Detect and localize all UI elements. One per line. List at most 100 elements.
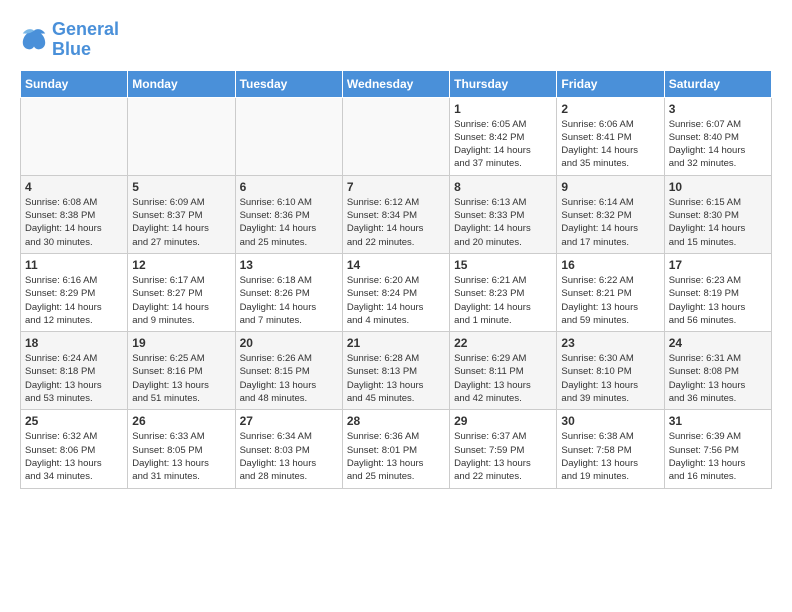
- calendar-table: SundayMondayTuesdayWednesdayThursdayFrid…: [20, 70, 772, 489]
- day-number: 27: [240, 414, 338, 428]
- day-info: Sunrise: 6:33 AM Sunset: 8:05 PM Dayligh…: [132, 430, 230, 483]
- day-info: Sunrise: 6:16 AM Sunset: 8:29 PM Dayligh…: [25, 274, 123, 327]
- calendar-cell: 8 Sunrise: 6:13 AM Sunset: 8:33 PM Daylig…: [450, 175, 557, 253]
- day-number: 30: [561, 414, 659, 428]
- day-info: Sunrise: 6:17 AM Sunset: 8:27 PM Dayligh…: [132, 274, 230, 327]
- day-info: Sunrise: 6:38 AM Sunset: 7:58 PM Dayligh…: [561, 430, 659, 483]
- calendar-cell: 22 Sunrise: 6:29 AM Sunset: 8:11 PM Dayli…: [450, 332, 557, 410]
- day-info: Sunrise: 6:20 AM Sunset: 8:24 PM Dayligh…: [347, 274, 445, 327]
- day-number: 18: [25, 336, 123, 350]
- day-info: Sunrise: 6:36 AM Sunset: 8:01 PM Dayligh…: [347, 430, 445, 483]
- calendar-cell: 27 Sunrise: 6:34 AM Sunset: 8:03 PM Dayli…: [235, 410, 342, 488]
- day-number: 9: [561, 180, 659, 194]
- calendar-cell: 26 Sunrise: 6:33 AM Sunset: 8:05 PM Dayli…: [128, 410, 235, 488]
- day-info: Sunrise: 6:12 AM Sunset: 8:34 PM Dayligh…: [347, 196, 445, 249]
- calendar-cell: 15Sunrise: 6:21 AM Sunset: 8:23 PM Dayli…: [450, 253, 557, 331]
- day-number: 26: [132, 414, 230, 428]
- day-info: Sunrise: 6:30 AM Sunset: 8:10 PM Dayligh…: [561, 352, 659, 405]
- calendar-week-row: 18 Sunrise: 6:24 AM Sunset: 8:18 PM Dayli…: [21, 332, 772, 410]
- day-number: 12: [132, 258, 230, 272]
- day-number: 5: [132, 180, 230, 194]
- calendar-cell: 30 Sunrise: 6:38 AM Sunset: 7:58 PM Dayli…: [557, 410, 664, 488]
- day-number: 8: [454, 180, 552, 194]
- calendar-cell: 7 Sunrise: 6:12 AM Sunset: 8:34 PM Daylig…: [342, 175, 449, 253]
- day-info: Sunrise: 6:05 AM Sunset: 8:42 PM Dayligh…: [454, 118, 552, 171]
- calendar-cell: 9 Sunrise: 6:14 AM Sunset: 8:32 PM Daylig…: [557, 175, 664, 253]
- day-number: 4: [25, 180, 123, 194]
- day-info: Sunrise: 6:23 AM Sunset: 8:19 PM Dayligh…: [669, 274, 767, 327]
- day-number: 13: [240, 258, 338, 272]
- day-of-week-header: Monday: [128, 70, 235, 97]
- day-number: 16: [561, 258, 659, 272]
- calendar-cell: [21, 97, 128, 175]
- day-number: 3: [669, 102, 767, 116]
- logo: General Blue: [20, 20, 119, 60]
- day-number: 23: [561, 336, 659, 350]
- calendar-cell: [128, 97, 235, 175]
- calendar-cell: 5 Sunrise: 6:09 AM Sunset: 8:37 PM Daylig…: [128, 175, 235, 253]
- calendar-cell: 10 Sunrise: 6:15 AM Sunset: 8:30 PM Dayli…: [664, 175, 771, 253]
- day-info: Sunrise: 6:14 AM Sunset: 8:32 PM Dayligh…: [561, 196, 659, 249]
- day-info: Sunrise: 6:25 AM Sunset: 8:16 PM Dayligh…: [132, 352, 230, 405]
- calendar-cell: 28 Sunrise: 6:36 AM Sunset: 8:01 PM Dayli…: [342, 410, 449, 488]
- logo-icon: [20, 26, 48, 54]
- day-number: 21: [347, 336, 445, 350]
- calendar-cell: [235, 97, 342, 175]
- calendar-cell: 2Sunrise: 6:06 AM Sunset: 8:41 PM Daylig…: [557, 97, 664, 175]
- day-info: Sunrise: 6:37 AM Sunset: 7:59 PM Dayligh…: [454, 430, 552, 483]
- calendar-cell: 25Sunrise: 6:32 AM Sunset: 8:06 PM Dayli…: [21, 410, 128, 488]
- day-number: 19: [132, 336, 230, 350]
- calendar-cell: 1 Sunrise: 6:05 AM Sunset: 8:42 PM Daylig…: [450, 97, 557, 175]
- calendar-cell: 19 Sunrise: 6:25 AM Sunset: 8:16 PM Dayli…: [128, 332, 235, 410]
- day-number: 14: [347, 258, 445, 272]
- day-number: 24: [669, 336, 767, 350]
- calendar-cell: 18 Sunrise: 6:24 AM Sunset: 8:18 PM Dayli…: [21, 332, 128, 410]
- calendar-week-row: 4Sunrise: 6:08 AM Sunset: 8:38 PM Daylig…: [21, 175, 772, 253]
- calendar-cell: 13 Sunrise: 6:18 AM Sunset: 8:26 PM Dayli…: [235, 253, 342, 331]
- calendar-cell: 21 Sunrise: 6:28 AM Sunset: 8:13 PM Dayli…: [342, 332, 449, 410]
- calendar-cell: 24 Sunrise: 6:31 AM Sunset: 8:08 PM Dayli…: [664, 332, 771, 410]
- day-number: 7: [347, 180, 445, 194]
- day-number: 1: [454, 102, 552, 116]
- calendar-week-row: 1 Sunrise: 6:05 AM Sunset: 8:42 PM Daylig…: [21, 97, 772, 175]
- day-info: Sunrise: 6:09 AM Sunset: 8:37 PM Dayligh…: [132, 196, 230, 249]
- day-of-week-header: Wednesday: [342, 70, 449, 97]
- day-info: Sunrise: 6:06 AM Sunset: 8:41 PM Dayligh…: [561, 118, 659, 171]
- day-info: Sunrise: 6:39 AM Sunset: 7:56 PM Dayligh…: [669, 430, 767, 483]
- day-info: Sunrise: 6:15 AM Sunset: 8:30 PM Dayligh…: [669, 196, 767, 249]
- day-info: Sunrise: 6:13 AM Sunset: 8:33 PM Dayligh…: [454, 196, 552, 249]
- day-of-week-header: Saturday: [664, 70, 771, 97]
- calendar-cell: 20 Sunrise: 6:26 AM Sunset: 8:15 PM Dayli…: [235, 332, 342, 410]
- day-number: 10: [669, 180, 767, 194]
- calendar-cell: 12 Sunrise: 6:17 AM Sunset: 8:27 PM Dayli…: [128, 253, 235, 331]
- calendar-cell: 14 Sunrise: 6:20 AM Sunset: 8:24 PM Dayli…: [342, 253, 449, 331]
- day-of-week-header: Sunday: [21, 70, 128, 97]
- calendar-header-row: SundayMondayTuesdayWednesdayThursdayFrid…: [21, 70, 772, 97]
- calendar-cell: 11Sunrise: 6:16 AM Sunset: 8:29 PM Dayli…: [21, 253, 128, 331]
- day-info: Sunrise: 6:18 AM Sunset: 8:26 PM Dayligh…: [240, 274, 338, 327]
- day-info: Sunrise: 6:29 AM Sunset: 8:11 PM Dayligh…: [454, 352, 552, 405]
- calendar-cell: 6Sunrise: 6:10 AM Sunset: 8:36 PM Daylig…: [235, 175, 342, 253]
- day-number: 20: [240, 336, 338, 350]
- day-number: 17: [669, 258, 767, 272]
- day-of-week-header: Tuesday: [235, 70, 342, 97]
- calendar-cell: 17 Sunrise: 6:23 AM Sunset: 8:19 PM Dayli…: [664, 253, 771, 331]
- calendar-cell: 4Sunrise: 6:08 AM Sunset: 8:38 PM Daylig…: [21, 175, 128, 253]
- day-info: Sunrise: 6:32 AM Sunset: 8:06 PM Dayligh…: [25, 430, 123, 483]
- day-number: 22: [454, 336, 552, 350]
- day-info: Sunrise: 6:31 AM Sunset: 8:08 PM Dayligh…: [669, 352, 767, 405]
- day-of-week-header: Thursday: [450, 70, 557, 97]
- calendar-week-row: 11Sunrise: 6:16 AM Sunset: 8:29 PM Dayli…: [21, 253, 772, 331]
- day-info: Sunrise: 6:22 AM Sunset: 8:21 PM Dayligh…: [561, 274, 659, 327]
- day-info: Sunrise: 6:34 AM Sunset: 8:03 PM Dayligh…: [240, 430, 338, 483]
- day-number: 31: [669, 414, 767, 428]
- day-number: 28: [347, 414, 445, 428]
- page-header: General Blue: [20, 20, 772, 60]
- calendar-cell: 31 Sunrise: 6:39 AM Sunset: 7:56 PM Dayli…: [664, 410, 771, 488]
- day-of-week-header: Friday: [557, 70, 664, 97]
- day-number: 29: [454, 414, 552, 428]
- calendar-cell: 3Sunrise: 6:07 AM Sunset: 8:40 PM Daylig…: [664, 97, 771, 175]
- day-info: Sunrise: 6:26 AM Sunset: 8:15 PM Dayligh…: [240, 352, 338, 405]
- day-info: Sunrise: 6:28 AM Sunset: 8:13 PM Dayligh…: [347, 352, 445, 405]
- day-info: Sunrise: 6:24 AM Sunset: 8:18 PM Dayligh…: [25, 352, 123, 405]
